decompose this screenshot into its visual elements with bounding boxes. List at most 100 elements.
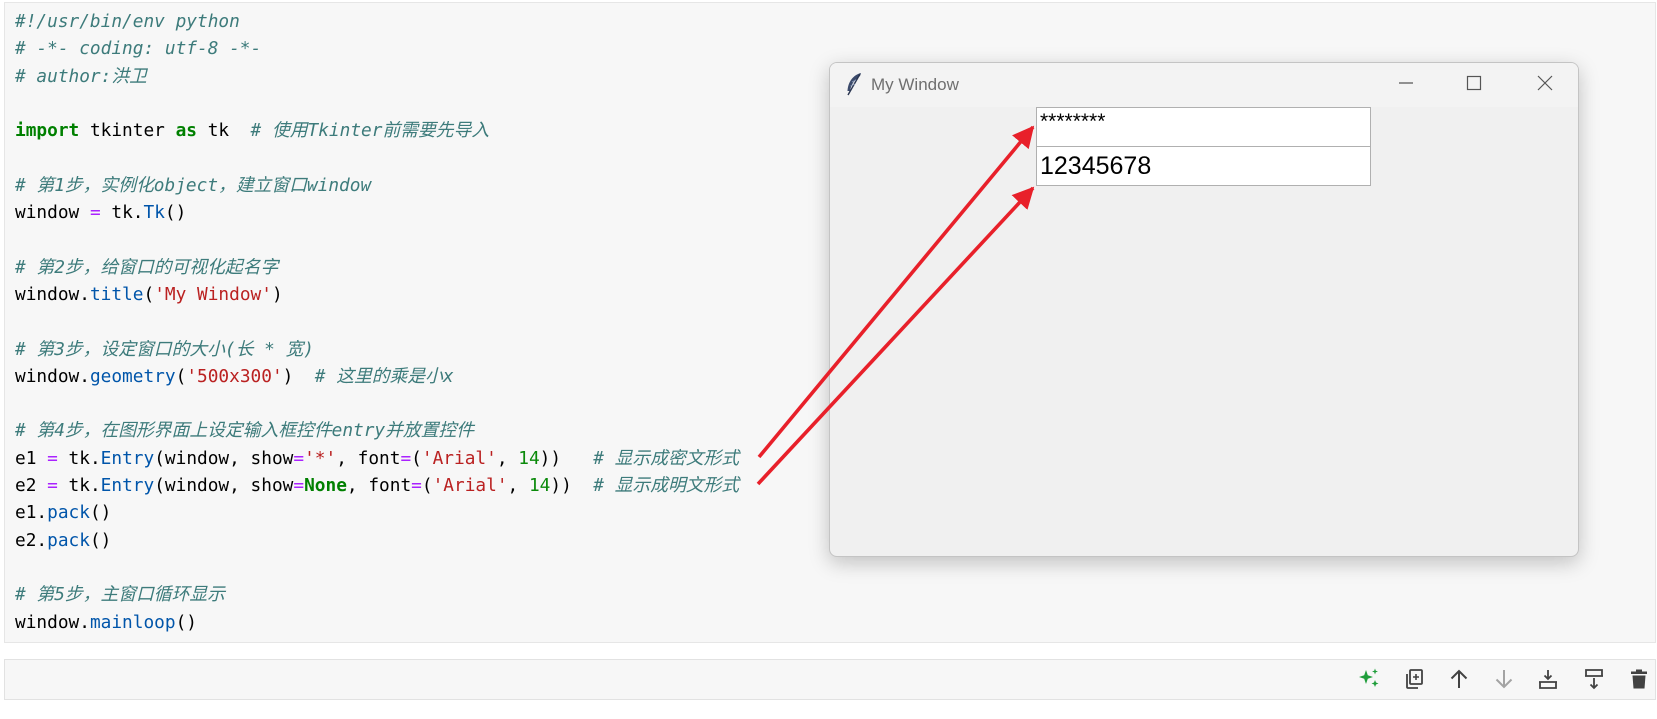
code-token: = xyxy=(89,202,101,224)
insert-cell-above-button[interactable] xyxy=(1533,664,1563,694)
code-token: ( xyxy=(411,447,422,469)
code-token: # 这里的乘是小x xyxy=(314,365,454,387)
code-token: '*' xyxy=(304,447,337,469)
trash-icon xyxy=(1631,669,1647,689)
maximize-button[interactable] xyxy=(1451,63,1497,103)
code-token: # 使用Tkinter前需要先导入 xyxy=(250,120,490,142)
code-token: tk. xyxy=(100,202,144,224)
code-line: # -*- coding: utf-8 -*- xyxy=(15,35,739,62)
tk-window[interactable]: My Window xyxy=(829,62,1579,557)
code-token: ) xyxy=(282,365,315,387)
code-token: = xyxy=(293,475,305,497)
code-line: window = tk.Tk() xyxy=(15,199,739,226)
move-up-button[interactable] xyxy=(1444,664,1474,694)
code-line: e1 = tk.Entry(window, show='*', font=('A… xyxy=(15,445,739,472)
copy-icon xyxy=(1406,669,1423,689)
code-token: )) xyxy=(550,475,594,497)
code-line: # author:洪卫 xyxy=(15,63,739,90)
sparkle-icon xyxy=(1359,668,1379,687)
code-token: = xyxy=(293,447,305,469)
insert-cell-below-button[interactable] xyxy=(1579,664,1609,694)
code-token: () xyxy=(89,502,112,524)
code-token: as xyxy=(175,120,198,142)
arrow-up-icon xyxy=(1450,669,1468,688)
ai-assist-button[interactable] xyxy=(1354,664,1384,694)
code-token: (window, show xyxy=(154,447,294,469)
code-line: # 第2步，给窗口的可视化起名字 xyxy=(15,254,739,281)
code-token: = xyxy=(47,475,58,497)
code-token: ( xyxy=(143,283,155,305)
code-token: e2 xyxy=(15,475,48,497)
code-token: # 第1步，实例化object，建立窗口window xyxy=(15,174,372,196)
code-token: title xyxy=(89,283,144,305)
code-line: e2.pack() xyxy=(15,527,739,554)
plain-text-entry[interactable] xyxy=(1036,146,1371,186)
code-token: () xyxy=(89,529,112,551)
code-token: 'Arial' xyxy=(432,475,508,497)
minimize-icon xyxy=(1399,82,1413,84)
close-icon xyxy=(1537,75,1553,91)
insert-cell-above-icon xyxy=(1539,670,1557,689)
feather-icon xyxy=(843,72,865,98)
close-button[interactable] xyxy=(1522,63,1568,103)
code-token: import xyxy=(15,120,80,142)
code-token: # 第2步，给窗口的可视化起名字 xyxy=(15,256,279,278)
code-token: mainloop xyxy=(89,611,176,633)
code-token: # 显示成明文形式 xyxy=(593,475,740,497)
password-entry[interactable] xyxy=(1036,107,1371,147)
insert-cell-below-icon xyxy=(1585,669,1603,690)
code-line: window.mainloop() xyxy=(15,609,739,636)
code-token: ( xyxy=(421,475,433,497)
code-line: # 第5步，主窗口循环显示 xyxy=(15,581,739,608)
code-token: ( xyxy=(175,365,187,387)
code-block[interactable]: #!/usr/bin/env python # -*- coding: utf-8… xyxy=(15,8,739,636)
code-token: tkinter xyxy=(79,120,176,142)
code-token: pack xyxy=(47,502,90,524)
code-token: # author:洪卫 xyxy=(15,65,147,87)
code-token: = xyxy=(47,447,58,469)
code-token: , xyxy=(496,447,519,469)
code-token: () xyxy=(164,202,187,224)
code-token: # 第3步，设定窗口的大小(长 * 宽) xyxy=(15,338,315,360)
minimize-button[interactable] xyxy=(1383,63,1429,103)
window-title: My Window xyxy=(871,75,959,94)
code-token: 14 xyxy=(518,447,540,469)
code-token: , font xyxy=(346,475,412,497)
code-token: 14 xyxy=(528,475,551,497)
code-token: 'My Window' xyxy=(154,283,272,305)
code-line: e2 = tk.Entry(window, show=None, font=('… xyxy=(15,472,739,499)
code-line: import tkinter as tk # 使用Tkinter前需要先导入 xyxy=(15,117,739,144)
code-token: )) xyxy=(539,447,594,469)
code-token: window. xyxy=(15,365,90,387)
code-token: = xyxy=(400,447,412,469)
code-token: # 第5步，主窗口循环显示 xyxy=(15,584,225,606)
code-token: e1 xyxy=(15,447,48,469)
code-token: 'Arial' xyxy=(421,447,497,469)
code-token: (window, show xyxy=(154,475,294,497)
code-line: window.geometry('500x300') # 这里的乘是小x xyxy=(15,363,739,390)
delete-cell-button[interactable] xyxy=(1624,664,1654,694)
code-token: = xyxy=(411,475,422,497)
copy-cell-button[interactable] xyxy=(1399,664,1429,694)
code-token: Entry xyxy=(100,475,155,497)
code-token: window. xyxy=(15,283,90,305)
code-line: e1.pack() xyxy=(15,499,739,526)
code-token: e1. xyxy=(15,502,48,524)
code-token: ) xyxy=(271,283,283,305)
code-token: tk xyxy=(197,120,251,142)
cell-toolbar xyxy=(4,659,1656,700)
code-token: window. xyxy=(15,611,90,633)
code-line: #!/usr/bin/env python xyxy=(15,8,739,35)
arrow-down-icon xyxy=(1495,670,1513,689)
code-token: tk. xyxy=(57,475,101,497)
maximize-icon xyxy=(1466,75,1482,91)
code-line: # 第1步，实例化object，建立窗口window xyxy=(15,172,739,199)
code-token: () xyxy=(175,611,198,633)
tk-titlebar[interactable]: My Window xyxy=(830,63,1578,107)
move-down-button[interactable] xyxy=(1489,664,1519,694)
code-line: # 第4步，在图形界面上设定输入框控件entry并放置控件 xyxy=(15,417,739,444)
code-token: window xyxy=(15,202,90,224)
